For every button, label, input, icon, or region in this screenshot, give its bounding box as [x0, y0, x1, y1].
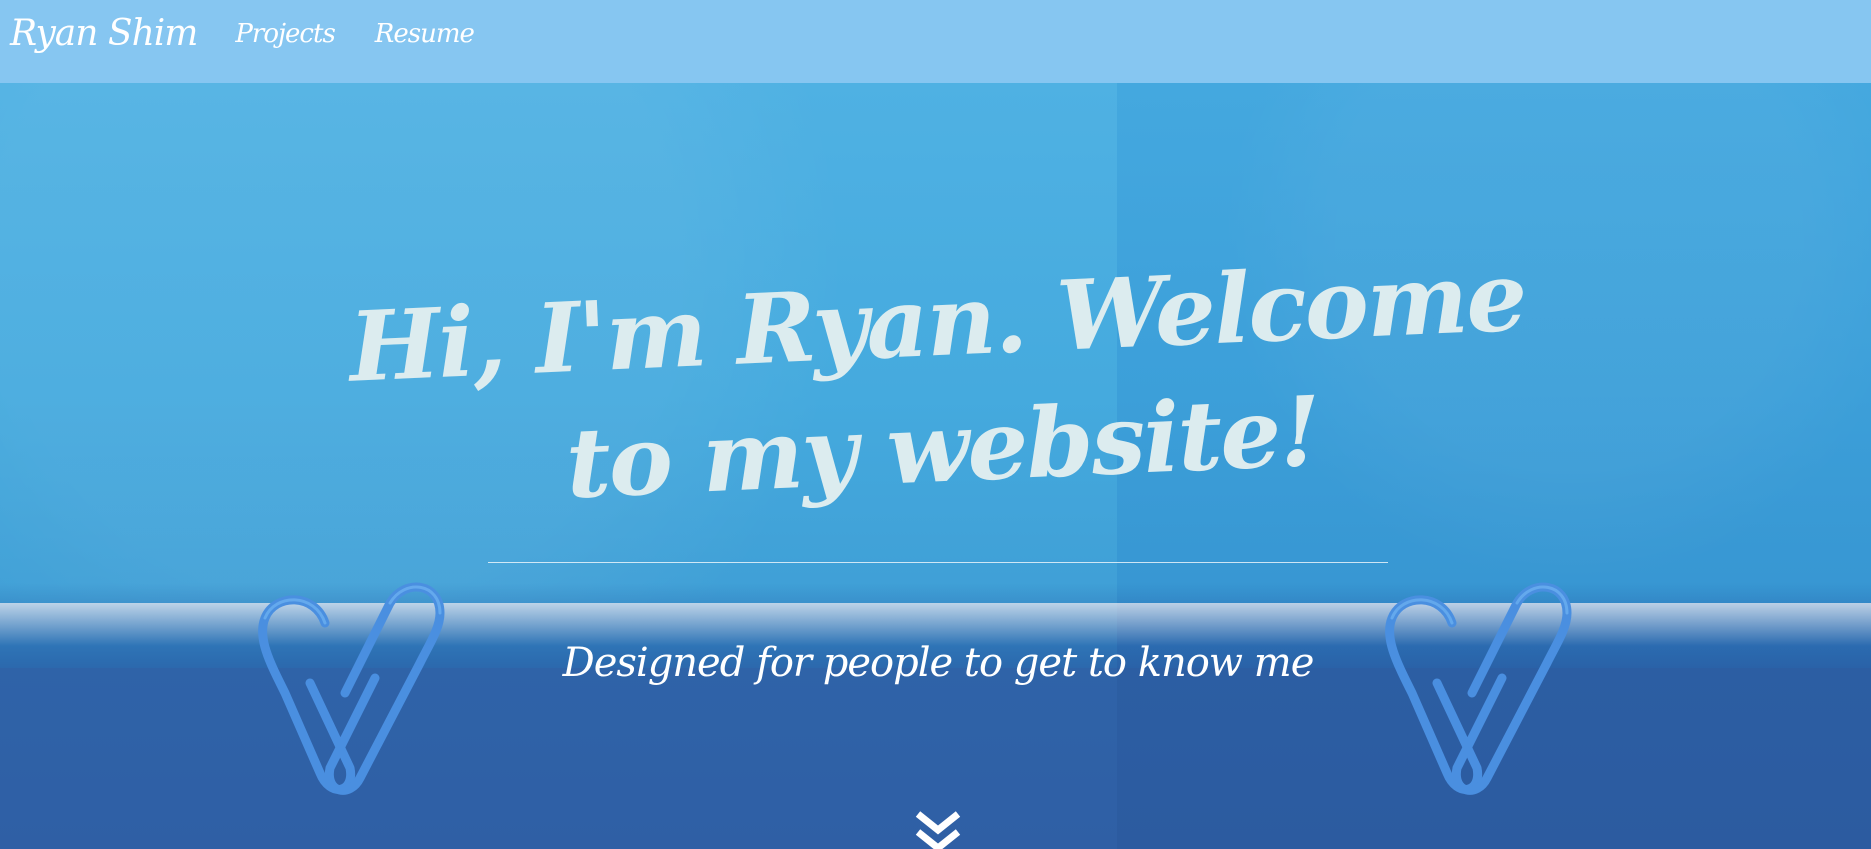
double-chevron-down-icon[interactable] [912, 810, 964, 849]
navbar: Ryan Shim Projects Resume [0, 0, 1871, 83]
hero-content: Hi, I'm Ryan. Welcome to my website! Des… [0, 0, 1871, 849]
nav-link-projects[interactable]: Projects [235, 19, 335, 49]
hero-subtitle: Designed for people to get to know me [562, 640, 1315, 686]
page: Ryan Shim Projects Resume Hi, I'm Ryan. … [0, 0, 1871, 849]
hero-divider [488, 562, 1388, 563]
nav-link-resume[interactable]: Resume [375, 19, 475, 49]
hero-headline: Hi, I'm Ryan. Welcome to my website! [346, 239, 1528, 521]
brand-link[interactable]: Ryan Shim [10, 13, 198, 54]
